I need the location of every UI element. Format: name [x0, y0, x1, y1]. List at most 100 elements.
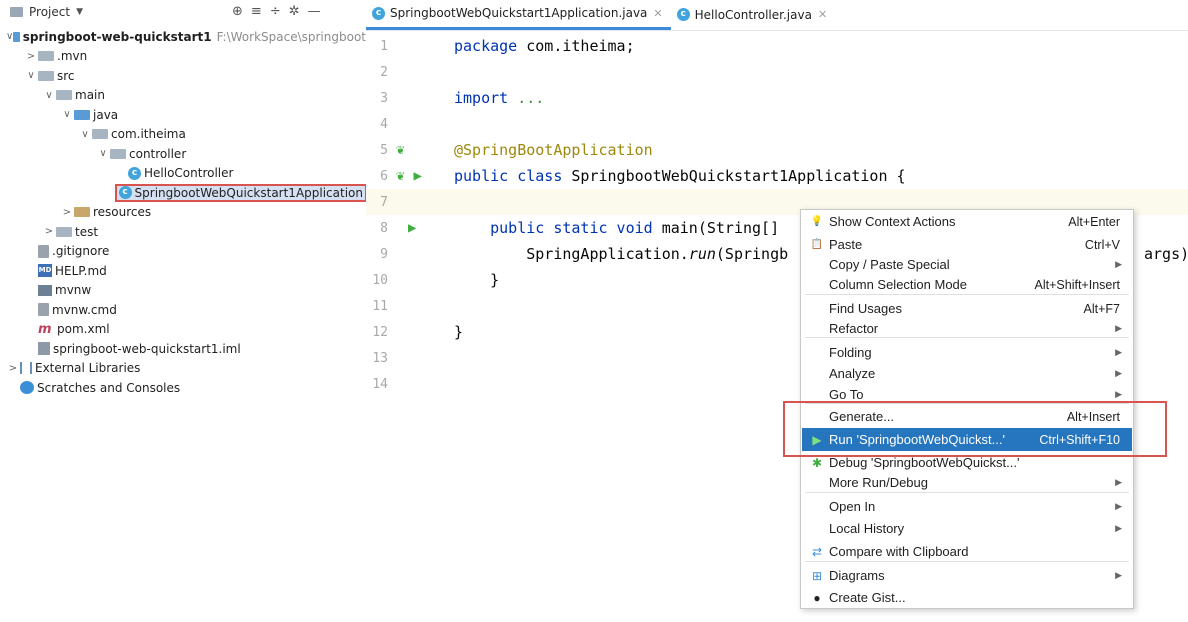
code-line[interactable]: 5 ❦ @SpringBootApplication	[366, 137, 1188, 163]
tree-item-label: springboot-web-quickstart1	[22, 29, 212, 44]
tree-item[interactable]: MD HELP.md	[0, 261, 366, 281]
menu-item-label: Refactor	[829, 321, 879, 336]
project-toolbar: ⊕ ≡ ÷ ✲ —	[232, 4, 321, 19]
spring-bean-icon[interactable]: ❦	[396, 168, 404, 184]
menu-shortcut: Alt+F7	[1083, 301, 1120, 316]
line-number: 6	[380, 168, 388, 184]
menu-item[interactable]: 💡 Show Context Actions Alt+Enter	[802, 210, 1132, 233]
run-gutter-icon[interactable]: ▶	[408, 220, 416, 236]
code-token: (Springb	[715, 245, 789, 263]
menu-item[interactable]: Folding ▶	[802, 341, 1132, 364]
maven-icon: m	[38, 321, 52, 337]
code-line[interactable]: 3 import ...	[366, 85, 1188, 111]
locate-icon[interactable]: ⊕	[232, 4, 243, 19]
tab-hellocontroller-java[interactable]: c HelloController.java ✕	[671, 0, 836, 30]
code-token: }	[490, 271, 500, 289]
expand-arrow-icon[interactable]: ∨	[6, 31, 13, 42]
tree-item[interactable]: .gitignore	[0, 242, 366, 262]
tree-item[interactable]: Scratches and Consoles	[0, 378, 366, 398]
code-token: @SpringBootApplication	[454, 141, 653, 159]
folded-imports[interactable]: ...	[508, 89, 544, 107]
tree-item[interactable]: c HelloController	[0, 164, 366, 184]
expand-arrow-icon[interactable]: >	[42, 226, 56, 237]
tree-item[interactable]: > External Libraries	[0, 359, 366, 379]
project-path: F:\WorkSpace\springboot	[216, 29, 366, 44]
gear-icon[interactable]: ✲	[289, 4, 300, 19]
tree-item[interactable]: > .mvn	[0, 47, 366, 67]
collapse-all-icon[interactable]: ÷	[270, 4, 281, 19]
chevron-down-icon[interactable]: ▼	[76, 7, 83, 17]
tree-item[interactable]: > test	[0, 222, 366, 242]
menu-item[interactable]: Refactor ▶	[802, 317, 1132, 340]
menu-item-label: Analyze	[829, 366, 876, 381]
libraries-icon	[20, 362, 32, 375]
menu-item[interactable]: Analyze ▶	[802, 362, 1132, 385]
tree-item[interactable]: ∨ main	[0, 86, 366, 106]
close-icon[interactable]: ✕	[818, 8, 827, 21]
expand-arrow-icon[interactable]: ∨	[24, 70, 38, 81]
submenu-arrow-icon: ▶	[1115, 570, 1122, 580]
expand-arrow-icon[interactable]: ∨	[42, 90, 56, 101]
tree-item[interactable]: ∨ java	[0, 105, 366, 125]
tree-item-label: HELP.md	[55, 263, 107, 278]
tree-item[interactable]: m pom.xml	[0, 320, 366, 340]
expand-arrow-icon[interactable]: ∨	[78, 129, 92, 140]
tree-item[interactable]: c SpringbootWebQuickstart1Application	[0, 183, 368, 203]
tree-item-label: main	[75, 88, 105, 103]
hide-icon[interactable]: —	[308, 4, 321, 19]
code-line[interactable]: 4	[366, 111, 1188, 137]
expand-arrow-icon[interactable]: ∨	[96, 148, 110, 159]
expand-arrow-icon[interactable]: >	[24, 51, 38, 62]
menu-item-label: Create Gist...	[829, 590, 906, 605]
bulb-icon: 💡	[810, 216, 824, 227]
tree-item[interactable]: ∨ src	[0, 66, 366, 86]
menu-item[interactable]: ⇄ Compare with Clipboard	[802, 540, 1132, 563]
code-line[interactable]: 1 package com.itheima;	[366, 33, 1188, 59]
tab-application-java[interactable]: c SpringbootWebQuickstart1Application.ja…	[366, 0, 671, 30]
menu-item[interactable]: ● Create Gist...	[802, 586, 1132, 609]
menu-item[interactable]: Local History ▶	[802, 517, 1132, 540]
expand-arrow-icon[interactable]: >	[60, 207, 74, 218]
code-line[interactable]: 6 ❦ ▶ public class SpringbootWebQuicksta…	[366, 163, 1188, 189]
tree-item[interactable]: ∨ com.itheima	[0, 125, 366, 145]
tree-item[interactable]: > resources	[0, 203, 366, 223]
tree-item[interactable]: springboot-web-quickstart1.iml	[0, 339, 366, 359]
menu-item[interactable]: ⊞ Diagrams ▶	[802, 564, 1132, 587]
submenu-arrow-icon: ▶	[1115, 368, 1122, 378]
line-number: 5	[380, 142, 388, 158]
run-gutter-icon[interactable]: ▶	[413, 168, 421, 184]
tree-item-label: SpringbootWebQuickstart1Application	[134, 185, 363, 200]
project-view-icon	[10, 7, 23, 17]
line-number: 9	[380, 246, 388, 262]
code-line[interactable]: 2	[366, 59, 1188, 85]
menu-item-label: Compare with Clipboard	[829, 544, 969, 559]
line-number: 3	[380, 90, 388, 106]
menu-item-label: Local History	[829, 521, 905, 536]
tree-item-label: controller	[129, 146, 187, 161]
expand-arrow-icon[interactable]: >	[6, 363, 20, 374]
tree-item[interactable]: mvnw	[0, 281, 366, 301]
menu-item[interactable]: More Run/Debug ▶	[802, 471, 1132, 494]
terminal-file-icon	[38, 284, 52, 296]
menu-item-label: Debug 'SpringbootWebQuickst...'	[829, 455, 1020, 470]
line-number: 7	[380, 194, 388, 210]
tree-item[interactable]: ∨ controller	[0, 144, 366, 164]
spring-class-icon: c	[372, 6, 385, 20]
spring-bean-icon[interactable]: ❦	[396, 142, 404, 158]
expand-all-icon[interactable]: ≡	[251, 4, 262, 19]
file-icon	[38, 244, 49, 258]
compare-icon: ⇄	[811, 544, 823, 559]
expand-arrow-icon[interactable]: ∨	[60, 109, 74, 120]
menu-shortcut: Ctrl+V	[1084, 237, 1120, 252]
submenu-arrow-icon: ▶	[1115, 523, 1122, 533]
selected-tree-item[interactable]: c SpringbootWebQuickstart1Application	[114, 183, 368, 202]
menu-item-label: Copy / Paste Special	[829, 257, 950, 272]
tree-item[interactable]: ∨ springboot-web-quickstart1 F:\WorkSpace\…	[0, 27, 366, 47]
tree-item-label: Scratches and Consoles	[37, 380, 181, 395]
tree-item[interactable]: mvnw.cmd	[0, 300, 366, 320]
line-number: 10	[372, 272, 388, 288]
menu-item[interactable]: Open In ▶	[802, 495, 1132, 518]
menu-item[interactable]: Column Selection Mode Alt+Shift+Insert	[802, 273, 1132, 296]
github-icon: ●	[813, 590, 821, 605]
close-icon[interactable]: ✕	[653, 7, 662, 20]
